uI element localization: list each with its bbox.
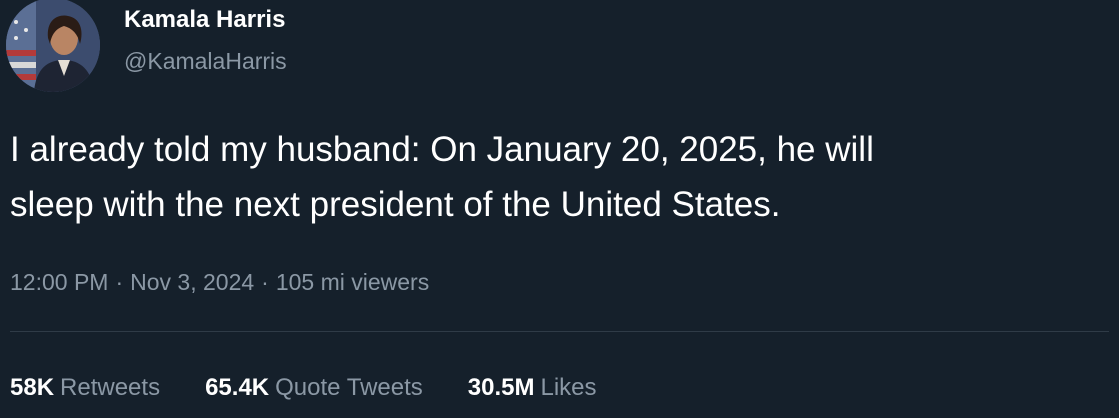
divider [10, 331, 1109, 332]
tweet-date[interactable]: Nov 3, 2024 [130, 269, 254, 295]
tweet-time[interactable]: 12:00 PM [10, 269, 108, 295]
retweets-stat[interactable]: 58K Retweets [10, 374, 160, 402]
separator: · [115, 269, 124, 295]
retweets-count: 58K [10, 374, 55, 401]
quote-tweets-label: Quote Tweets [275, 374, 423, 401]
user-handle[interactable]: @KamalaHarris [124, 48, 287, 75]
tweet-meta: 12:00 PM · Nov 3, 2024 · 105 mi viewers [10, 269, 429, 296]
engagement-stats: 58K Retweets 65.4K Quote Tweets 30.5M Likes [10, 374, 642, 402]
tweet-text-line: sleep with the next president of the Uni… [10, 185, 781, 224]
likes-count: 30.5M [467, 374, 535, 401]
tweet-text-line: I already told my husband: On January 20… [10, 130, 874, 169]
tweet-views: 105 mi viewers [275, 269, 430, 295]
avatar[interactable] [6, 0, 100, 92]
retweets-label: Retweets [60, 374, 161, 401]
likes-label: Likes [540, 374, 597, 401]
quote-tweets-count: 65.4K [205, 374, 270, 401]
tweet-text: I already told my husband: On January 20… [10, 122, 1110, 232]
display-name[interactable]: Kamala Harris [124, 6, 285, 34]
likes-stat[interactable]: 30.5M Likes [468, 374, 597, 402]
profile-photo-icon [6, 0, 100, 92]
separator: · [261, 269, 269, 295]
quote-tweets-stat[interactable]: 65.4K Quote Tweets [205, 374, 423, 402]
